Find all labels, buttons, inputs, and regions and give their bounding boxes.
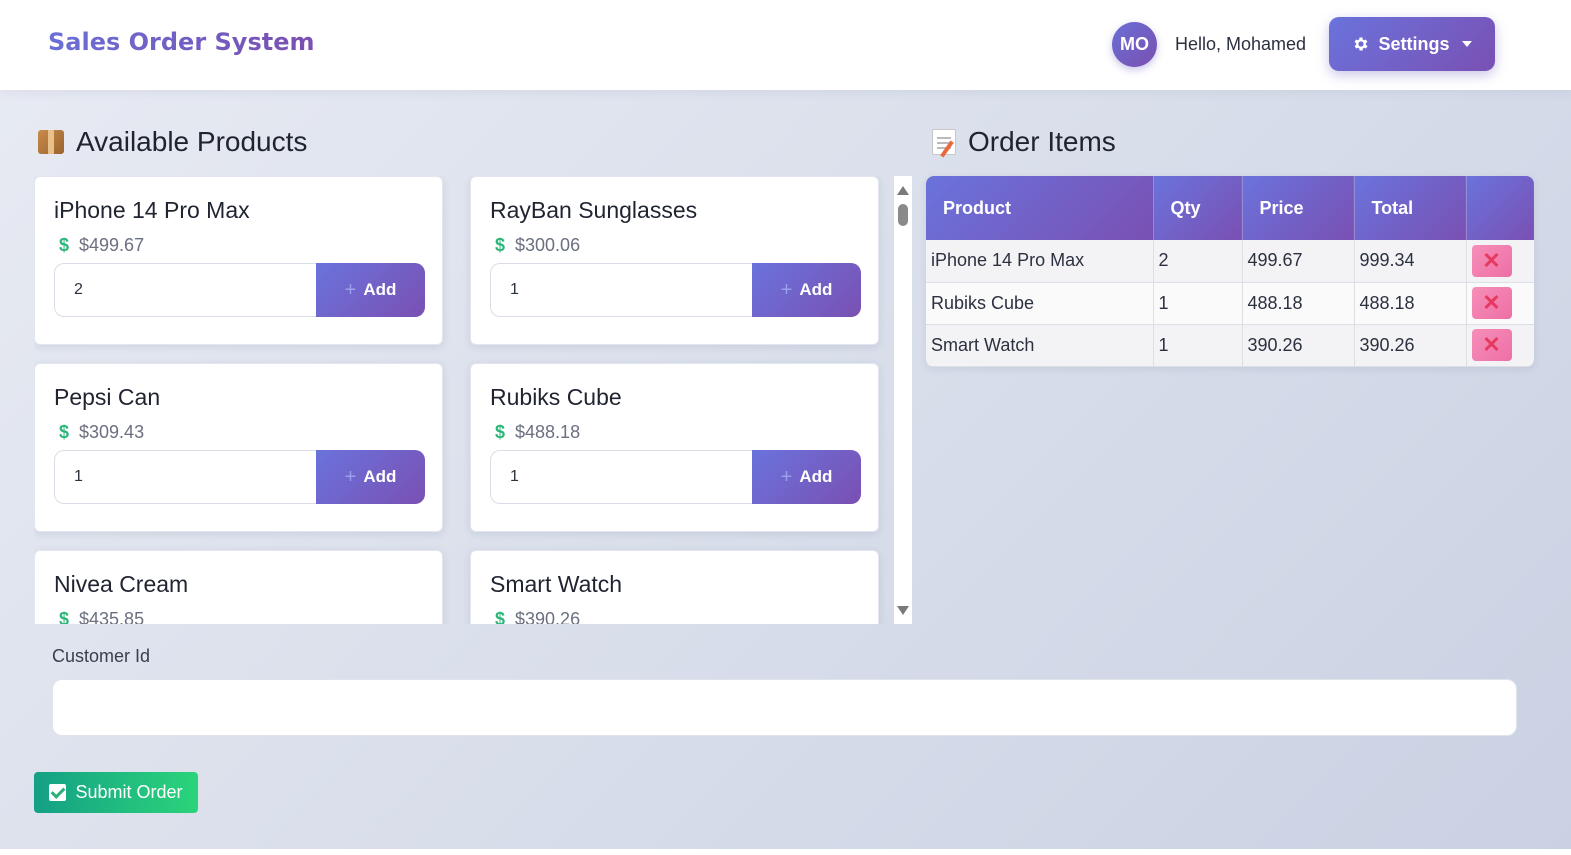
add-to-order-button[interactable]: + Add: [752, 263, 861, 317]
product-card: Smart Watch $$390.26 1 +Add: [470, 550, 879, 624]
add-label: Add: [363, 280, 397, 299]
customer-id-label: Customer Id: [52, 646, 151, 666]
cell-product: Rubiks Cube: [926, 282, 1154, 325]
memo-icon: [932, 129, 956, 155]
x-icon: ✕: [1482, 247, 1501, 273]
quantity-input[interactable]: 1: [54, 450, 319, 504]
plus-icon: +: [344, 465, 357, 488]
top-navbar: Sales Order System MO Hello, Mohamed Set…: [0, 0, 1571, 90]
cell-product: Smart Watch: [926, 324, 1154, 367]
cell-qty: 1: [1153, 324, 1243, 367]
product-name: Smart Watch: [490, 571, 623, 597]
product-name: Pepsi Can: [54, 384, 161, 410]
product-price: $390.26: [515, 609, 581, 624]
order-section-title: Order Items: [932, 126, 1116, 158]
quantity-input[interactable]: 1: [490, 450, 755, 504]
product-card: Nivea Cream $$435.85 1 +Add: [34, 550, 443, 624]
product-name: Rubiks Cube: [490, 384, 622, 410]
dollar-icon: $: [495, 235, 506, 255]
check-icon: [49, 784, 67, 801]
column-header-total: Total: [1354, 176, 1467, 240]
submit-label: Submit Order: [75, 782, 183, 802]
cell-actions: ✕: [1466, 240, 1534, 283]
scroll-thumb[interactable]: [898, 204, 908, 226]
add-to-order-button[interactable]: + Add: [752, 450, 861, 504]
product-price: $300.06: [515, 235, 581, 255]
column-header-price: Price: [1242, 176, 1355, 240]
add-label: Add: [799, 280, 833, 299]
settings-label: Settings: [1378, 33, 1450, 54]
column-header-product: Product: [926, 176, 1154, 240]
cell-total: 999.34: [1354, 240, 1467, 283]
dollar-icon: $: [59, 235, 70, 255]
gear-icon: [1355, 37, 1369, 51]
product-name: RayBan Sunglasses: [490, 197, 698, 223]
cell-actions: ✕: [1466, 324, 1534, 367]
product-name: Nivea Cream: [54, 571, 189, 597]
x-icon: ✕: [1482, 290, 1501, 315]
add-label: Add: [363, 467, 397, 486]
table-row: iPhone 14 Pro Max 2 499.67 999.34 ✕: [926, 240, 1534, 283]
product-card: iPhone 14 Pro Max $ $499.67 2 + Add: [34, 176, 443, 345]
product-price: $499.67: [79, 235, 145, 255]
scroll-down-arrow-icon[interactable]: [897, 606, 909, 615]
package-icon: [38, 130, 64, 154]
plus-icon: +: [780, 465, 793, 488]
product-card: Pepsi Can $ $309.43 1 + Add: [34, 363, 443, 532]
footer-strip: [0, 849, 1571, 855]
plus-icon: +: [344, 278, 357, 301]
order-title-text: Order Items: [968, 126, 1116, 157]
product-price: $309.43: [79, 422, 145, 442]
cell-price: 390.26: [1242, 324, 1355, 367]
caret-down-icon: [1461, 41, 1472, 47]
cell-qty: 1: [1153, 282, 1243, 325]
scroll-up-arrow-icon[interactable]: [897, 186, 909, 195]
add-label: Add: [799, 467, 833, 486]
cell-product: iPhone 14 Pro Max: [926, 240, 1154, 283]
products-scrollbar[interactable]: [894, 176, 912, 624]
cell-price: 499.67: [1242, 240, 1355, 283]
dollar-icon: $: [495, 609, 506, 624]
avatar[interactable]: MO: [1112, 22, 1157, 67]
table-row: Smart Watch 1 390.26 390.26 ✕: [926, 324, 1534, 367]
product-card: Rubiks Cube $ $488.18 1 + Add: [470, 363, 879, 532]
remove-item-button[interactable]: ✕: [1471, 329, 1512, 361]
products-list[interactable]: iPhone 14 Pro Max $ $499.67 2 + Add RayBan…: [34, 176, 894, 624]
plus-icon: +: [780, 278, 793, 301]
product-name: iPhone 14 Pro Max: [54, 197, 250, 223]
submit-order-button[interactable]: Submit Order: [34, 772, 198, 813]
remove-item-button[interactable]: ✕: [1471, 287, 1512, 319]
products-title-text: Available Products: [76, 126, 308, 157]
product-price: $435.85: [79, 609, 145, 624]
greeting-text: Hello, Mohamed: [1175, 34, 1307, 54]
product-price: $488.18: [515, 422, 581, 442]
dollar-icon: $: [59, 609, 70, 624]
x-icon: ✕: [1482, 332, 1501, 357]
remove-item-button[interactable]: ✕: [1471, 244, 1512, 277]
cell-actions: ✕: [1466, 282, 1534, 325]
cell-qty: 2: [1153, 240, 1243, 283]
table-row: Rubiks Cube 1 488.18 488.18 ✕: [926, 282, 1534, 325]
cell-total: 488.18: [1354, 282, 1467, 325]
column-header-qty: Qty: [1153, 176, 1243, 240]
settings-dropdown-button[interactable]: Settings: [1329, 17, 1495, 71]
order-items-table: Product Qty Price Total iPhone 14 Pro Ma…: [926, 176, 1534, 367]
customer-id-input[interactable]: [52, 679, 1517, 736]
dollar-icon: $: [495, 422, 506, 442]
add-to-order-button[interactable]: + Add: [316, 263, 425, 317]
quantity-input[interactable]: 2: [54, 263, 319, 317]
cell-price: 488.18: [1242, 282, 1355, 325]
add-to-order-button[interactable]: + Add: [316, 450, 425, 504]
app-brand[interactable]: Sales Order System: [48, 28, 314, 56]
quantity-input[interactable]: 1: [490, 263, 755, 317]
column-header-actions: [1466, 176, 1534, 240]
products-section-title: Available Products: [38, 126, 307, 158]
dollar-icon: $: [59, 422, 70, 442]
cell-total: 390.26: [1354, 324, 1467, 367]
product-card: RayBan Sunglasses $ $300.06 1 + Add: [470, 176, 879, 345]
